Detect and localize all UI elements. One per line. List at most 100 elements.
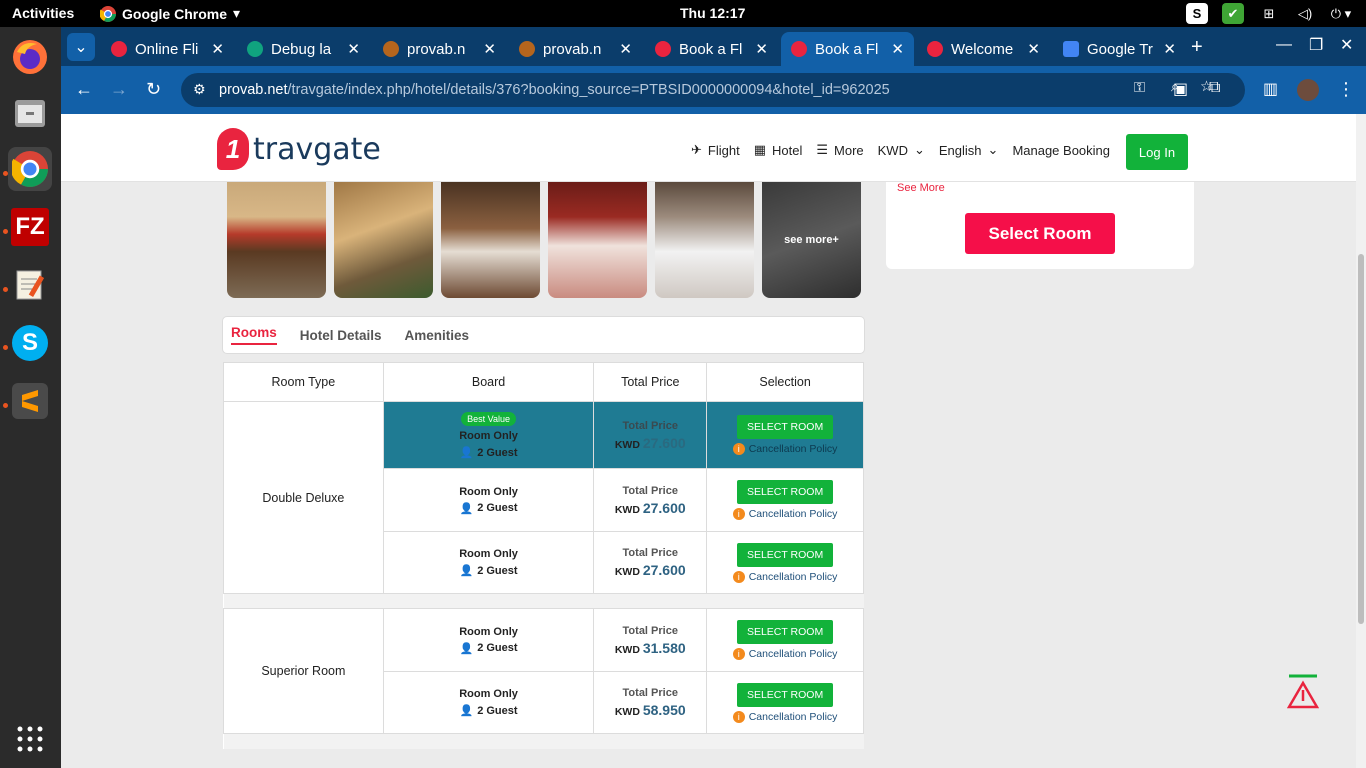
site-info-icon[interactable]: ⚙ bbox=[193, 81, 206, 98]
tab-4[interactable]: Book a Fl ✕ bbox=[645, 32, 778, 66]
key-icon[interactable]: ⚿ bbox=[1134, 80, 1145, 96]
filezilla-icon[interactable]: FZ bbox=[8, 205, 52, 249]
hotel-photo-exterior[interactable] bbox=[227, 182, 326, 298]
tab-1[interactable]: Debug la ✕ bbox=[237, 32, 370, 66]
reload-icon[interactable]: ↻ bbox=[146, 79, 161, 100]
avatar[interactable] bbox=[1297, 79, 1319, 101]
volume-icon[interactable]: ◁) bbox=[1294, 3, 1316, 24]
minimize-icon[interactable]: — bbox=[1276, 36, 1292, 54]
app-grid-icon[interactable] bbox=[8, 717, 52, 761]
tab-0[interactable]: Online Fli ✕ bbox=[101, 32, 234, 66]
cancellation-policy-link[interactable]: Cancellation Policy bbox=[749, 711, 838, 723]
table-header-row: Room Type Board Total Price Selection bbox=[223, 362, 864, 402]
price-value: 58.950 bbox=[642, 702, 686, 718]
screenshot-extension-icon[interactable]: ▣ bbox=[1173, 79, 1188, 99]
currency-code: KWD bbox=[614, 503, 640, 516]
selection-cell: SELECT ROOM i Cancellation Policy bbox=[706, 608, 864, 672]
hotel-photo-lobby[interactable] bbox=[334, 182, 433, 298]
spacer-cell bbox=[223, 733, 864, 749]
close-icon[interactable]: ✕ bbox=[483, 40, 496, 58]
see-more-link[interactable]: See More bbox=[897, 182, 945, 194]
tab-search-icon[interactable]: ⌄ bbox=[67, 33, 95, 61]
tab-amenities[interactable]: Amenities bbox=[405, 328, 470, 343]
select-room-row-button[interactable]: SELECT ROOM bbox=[736, 415, 834, 439]
sublime-icon[interactable] bbox=[8, 379, 52, 423]
close-icon[interactable]: ✕ bbox=[619, 40, 632, 58]
tab-5-active[interactable]: Book a Fl ✕ bbox=[781, 32, 914, 66]
tab-7[interactable]: Google Tr ✕ bbox=[1053, 32, 1186, 66]
close-icon[interactable]: ✕ bbox=[891, 40, 904, 58]
files-icon[interactable] bbox=[8, 91, 52, 135]
list-icon: ☰ bbox=[816, 142, 829, 157]
url-path: /travgate/index.php/hotel/details/376?bo… bbox=[287, 82, 890, 98]
tab-2[interactable]: provab.n ✕ bbox=[373, 32, 506, 66]
tab-title: provab.n bbox=[407, 40, 466, 58]
cancellation-policy-link[interactable]: Cancellation Policy bbox=[749, 508, 838, 520]
col-total-price: Total Price bbox=[593, 362, 708, 402]
site-logo[interactable]: 1 travgate bbox=[217, 128, 381, 170]
window-close-icon[interactable]: ✕ bbox=[1340, 35, 1353, 55]
manage-booking-link[interactable]: Manage Booking bbox=[1012, 143, 1110, 158]
price-label: Total Price bbox=[622, 419, 678, 432]
cancellation-policy-link[interactable]: Cancellation Policy bbox=[749, 648, 838, 660]
menu-icon[interactable]: ⋮ bbox=[1337, 79, 1355, 100]
tab-favicon bbox=[111, 41, 127, 57]
close-icon[interactable]: ✕ bbox=[1027, 40, 1040, 58]
app-name: Google Chrome bbox=[122, 5, 228, 22]
back-icon[interactable]: ← bbox=[75, 79, 93, 100]
clock[interactable]: Thu 12:17 bbox=[680, 5, 745, 21]
nav-flight[interactable]: ✈ Flight bbox=[691, 142, 740, 158]
guest-count: 2 Guest bbox=[477, 704, 518, 717]
update-check-icon[interactable]: ✔ bbox=[1222, 3, 1244, 24]
language-select[interactable]: English ⌄ bbox=[939, 142, 999, 158]
text-editor-icon[interactable] bbox=[8, 263, 52, 307]
alert-triangle-icon[interactable] bbox=[1286, 674, 1320, 715]
page-scrollbar[interactable] bbox=[1356, 114, 1366, 768]
select-room-button[interactable]: Select Room bbox=[965, 213, 1115, 254]
new-tab-button[interactable]: + bbox=[1191, 36, 1203, 59]
select-room-row-button[interactable]: SELECT ROOM bbox=[736, 480, 834, 504]
close-icon[interactable]: ✕ bbox=[1163, 40, 1176, 58]
currency-select[interactable]: KWD ⌄ bbox=[878, 142, 925, 158]
power-icon[interactable]: ⏻ ▾ bbox=[1330, 3, 1352, 24]
activities-button[interactable]: Activities bbox=[12, 5, 74, 21]
login-button[interactable]: Log In bbox=[1126, 134, 1188, 170]
cancellation-policy-link[interactable]: Cancellation Policy bbox=[749, 571, 838, 583]
tab-3[interactable]: provab.n ✕ bbox=[509, 32, 642, 66]
close-icon[interactable]: ✕ bbox=[211, 40, 224, 58]
side-panel-icon[interactable]: ▥ bbox=[1263, 79, 1278, 99]
tab-rooms[interactable]: Rooms bbox=[231, 325, 277, 345]
tab-hotel-details[interactable]: Hotel Details bbox=[300, 328, 382, 343]
hotel-photo-bed[interactable] bbox=[548, 182, 647, 298]
select-room-row-button[interactable]: SELECT ROOM bbox=[736, 682, 834, 707]
cancellation-policy-link[interactable]: Cancellation Policy bbox=[749, 443, 838, 455]
maximize-icon[interactable]: ❐ bbox=[1309, 35, 1323, 55]
close-icon[interactable]: ✕ bbox=[347, 40, 360, 58]
firefox-icon[interactable] bbox=[8, 35, 52, 79]
col-board: Board bbox=[382, 362, 595, 402]
extensions-icon[interactable]: ⧉ bbox=[1209, 79, 1220, 97]
scrollbar-thumb[interactable] bbox=[1358, 254, 1364, 624]
tab-title: Book a Fl bbox=[679, 40, 743, 58]
hotel-photo-bedroom[interactable] bbox=[441, 182, 540, 298]
tab-title: Book a Fl bbox=[815, 40, 879, 58]
nav-more[interactable]: ☰ More bbox=[816, 142, 863, 158]
see-more-photos[interactable]: see more+ bbox=[762, 182, 861, 298]
price-label: Total Price bbox=[622, 624, 678, 637]
skype-icon[interactable]: S bbox=[8, 321, 52, 365]
forward-icon[interactable]: → bbox=[110, 79, 128, 100]
hotel-photo-room[interactable] bbox=[655, 182, 754, 298]
nav-hotel[interactable]: ▦ Hotel bbox=[754, 142, 803, 158]
select-room-row-button[interactable]: SELECT ROOM bbox=[736, 542, 834, 567]
skype-tray-icon[interactable]: S bbox=[1186, 3, 1208, 24]
person-icon: 👤 bbox=[459, 705, 474, 717]
tab-6[interactable]: Welcome ✕ bbox=[917, 32, 1050, 66]
info-icon: i bbox=[732, 710, 745, 723]
network-icon[interactable]: ⊞ bbox=[1258, 3, 1280, 24]
chrome-dock-icon[interactable] bbox=[8, 147, 52, 191]
app-menu[interactable]: Google Chrome ▾ bbox=[100, 5, 240, 22]
selection-cell: SELECT ROOM i Cancellation Policy bbox=[706, 531, 864, 594]
address-bar[interactable]: ⚙ provab.net/travgate/index.php/hotel/de… bbox=[181, 73, 1245, 107]
select-room-row-button[interactable]: SELECT ROOM bbox=[736, 620, 834, 644]
close-icon[interactable]: ✕ bbox=[755, 40, 768, 58]
